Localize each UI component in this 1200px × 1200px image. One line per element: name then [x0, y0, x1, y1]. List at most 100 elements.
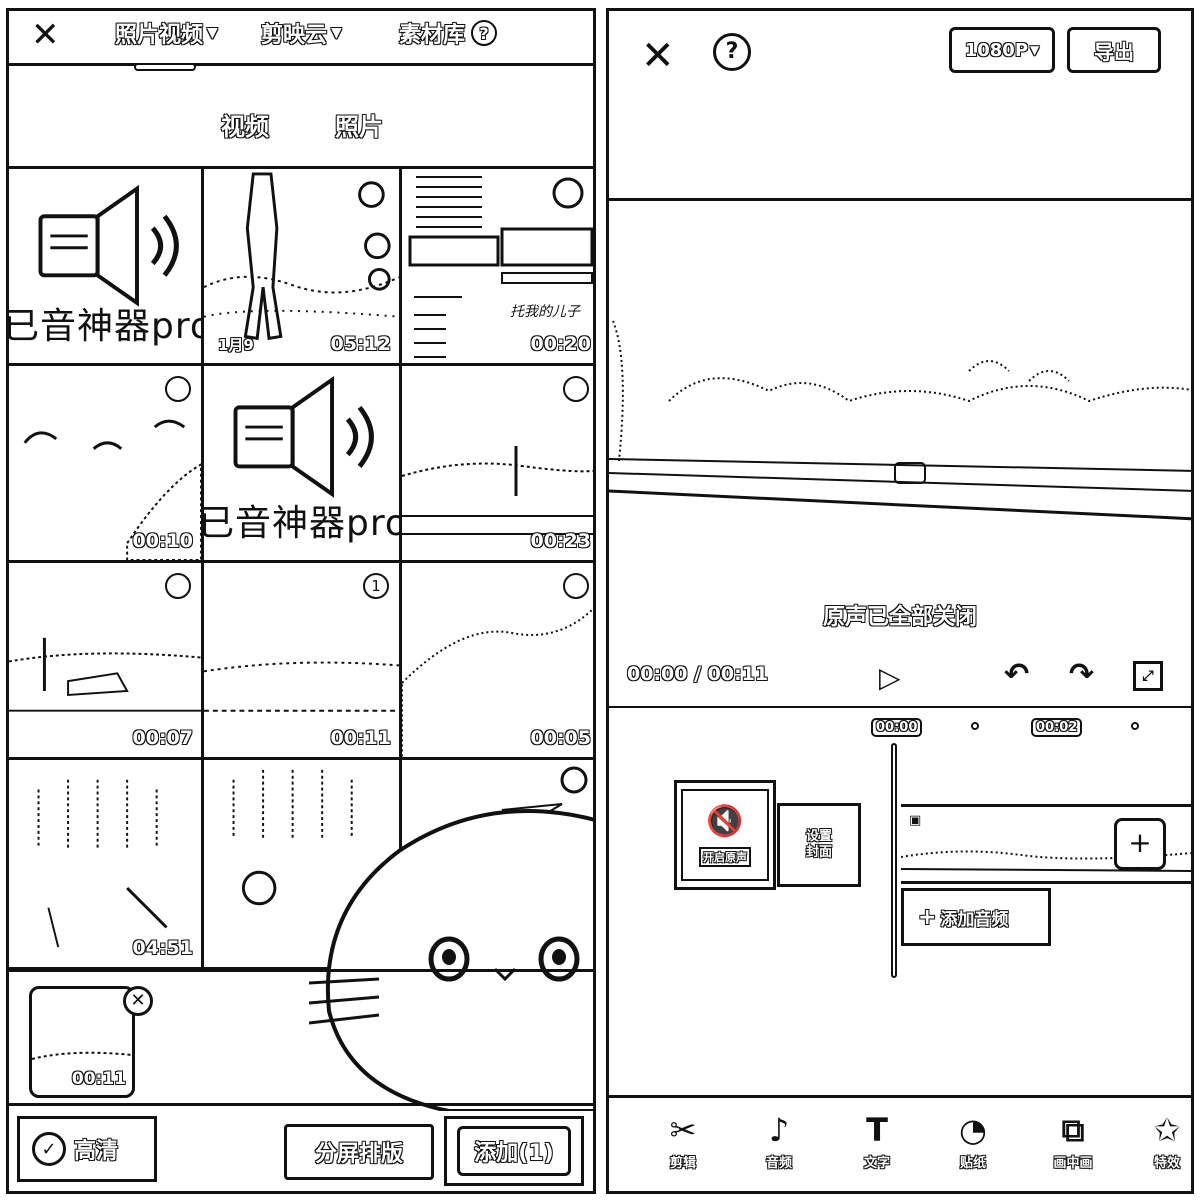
playback-controls: 00:00 / 00:11 ▷ ↶ ↷ ⤢ — [609, 653, 1191, 703]
scissors-icon: ✂ — [669, 1111, 697, 1149]
redo-icon[interactable]: ↷ — [1069, 657, 1094, 692]
add-audio-button[interactable]: + 添加音频 — [901, 888, 1051, 946]
original-sound-toggle[interactable]: 🔇 开启原声 — [674, 780, 776, 890]
plus-icon: + — [917, 904, 937, 930]
material-library-tab[interactable]: 素材库 ? — [398, 17, 498, 49]
timeline-dot — [971, 722, 979, 730]
media-caption: 托我的儿子 — [510, 304, 580, 320]
photos-videos-dropdown[interactable]: 照片视频 ▼ — [114, 17, 218, 49]
video-preview[interactable] — [609, 201, 1191, 551]
tool-label: 特效 — [1153, 1155, 1180, 1171]
timeline-tick: 00:00 — [871, 718, 923, 737]
tool-text[interactable]: T 文字 — [847, 1112, 907, 1172]
tool-label: 贴纸 — [959, 1155, 986, 1171]
selected-tray: 00:11 ✕ — [9, 969, 593, 1117]
media-item[interactable]: 1 00:11 — [204, 563, 402, 760]
select-circle[interactable] — [563, 376, 589, 402]
original-sound-label: 开启原声 — [699, 846, 751, 867]
tool-label: 画中画 — [1053, 1155, 1093, 1171]
add-button[interactable]: 添加(1) — [444, 1116, 584, 1186]
select-circle[interactable] — [165, 573, 191, 599]
media-item[interactable]: 1月9 05:12 — [204, 169, 402, 366]
media-item[interactable]: 00:05 — [402, 563, 593, 760]
picture-in-picture-icon: ⧉ — [1061, 1111, 1085, 1149]
select-circle[interactable] — [165, 376, 191, 402]
add-audio-label: 添加音频 — [940, 909, 1009, 930]
editor-header: ✕ ? 1080P ▼ 导出 — [609, 11, 1191, 201]
muted-speaker-icon: 🔇 — [706, 803, 744, 839]
media-item[interactable]: 00:07 — [9, 563, 204, 760]
editor-toolbar: ✂ 剪辑 ♪ 音频 T 文字 ◔ 贴纸 ⧉ 画中画 ✩ 特效 — [609, 1095, 1191, 1191]
media-duration: 00:10 — [132, 529, 194, 552]
media-item[interactable]: 已音神器pro — [9, 169, 204, 366]
playhead[interactable] — [891, 743, 897, 978]
set-cover-button[interactable]: 设置 封面 — [777, 803, 861, 887]
chevron-down-icon: ▼ — [330, 24, 342, 41]
picker-header: ✕ 照片视频 ▼ 剪映云 ▼ 素材库 ? — [9, 11, 593, 66]
sticker-icon: ◔ — [959, 1111, 987, 1149]
media-item[interactable]: 00:10 — [9, 366, 204, 563]
picker-bottom-bar: ✓ 高清 分屏排版 添加(1) — [9, 1103, 593, 1191]
media-duration: 00:11 — [71, 1068, 126, 1089]
timecode: 00:00 / 00:11 — [626, 662, 769, 685]
help-icon[interactable]: ? — [713, 33, 751, 71]
add-clip-button[interactable]: + — [1114, 818, 1166, 870]
export-button[interactable]: 导出 — [1067, 27, 1161, 73]
selected-thumbnail[interactable]: 00:11 — [29, 986, 135, 1098]
split-screen-button[interactable]: 分屏排版 — [284, 1124, 434, 1180]
media-duration: 00:07 — [132, 726, 194, 749]
media-item[interactable]: 04:51 — [9, 760, 204, 970]
chevron-down-icon: ▼ — [206, 24, 218, 41]
jianying-cloud-label: 剪映云 — [260, 22, 328, 48]
close-icon[interactable]: ✕ — [31, 15, 60, 55]
original-sound-off-toast: 原声已全部关闭 — [822, 604, 977, 630]
close-icon[interactable]: ✕ — [641, 33, 675, 79]
media-picker-panel: ✕ 照片视频 ▼ 剪映云 ▼ 素材库 ? 视频 照片 已音神器pro 1月9 0… — [6, 8, 596, 1194]
select-circle[interactable] — [563, 573, 589, 599]
music-note-icon: ♪ — [768, 1111, 790, 1149]
resolution-label: 1080P — [964, 39, 1029, 61]
timeline-tick: 00:02 — [1031, 718, 1083, 737]
media-item[interactable]: 00:23 — [402, 366, 593, 563]
tool-pip[interactable]: ⧉ 画中画 — [1043, 1111, 1103, 1172]
tool-edit[interactable]: ✂ 剪辑 — [653, 1111, 713, 1172]
media-duration: 00:23 — [530, 529, 592, 552]
tool-audio[interactable]: ♪ 音频 — [749, 1111, 809, 1172]
play-icon[interactable]: ▷ — [879, 661, 901, 694]
tab-photo[interactable]: 照片 — [334, 107, 383, 142]
remove-selected-icon[interactable]: ✕ — [123, 986, 153, 1016]
star-effect-icon: ✩ — [1153, 1111, 1181, 1149]
tool-label: 文字 — [863, 1155, 890, 1171]
resolution-dropdown[interactable]: 1080P ▼ — [949, 27, 1055, 73]
undo-icon[interactable]: ↶ — [1004, 657, 1029, 692]
media-caption: 已音神器pro — [9, 306, 204, 347]
media-type-tabs: 视频 照片 — [9, 69, 593, 169]
timeline[interactable]: 00:00 00:02 🔇 开启原声 设置 封面 ▣ + + 添加音频 — [609, 706, 1191, 1106]
original-sound-inner: 🔇 开启原声 — [681, 789, 769, 881]
media-item[interactable]: 已音神器pro — [204, 366, 402, 563]
add-label: 添加(1) — [457, 1126, 571, 1176]
fullscreen-icon[interactable]: ⤢ — [1133, 661, 1163, 691]
media-duration: 00:05 — [530, 726, 592, 749]
media-date: 1月9 — [217, 335, 254, 354]
hd-toggle[interactable]: ✓ 高清 — [17, 1116, 157, 1182]
check-icon: ✓ — [32, 1132, 66, 1166]
media-duration: 05:12 — [330, 332, 392, 355]
selected-index-badge[interactable]: 1 — [363, 573, 389, 599]
media-duration: 04:51 — [132, 936, 194, 959]
photos-videos-label: 照片视频 — [114, 22, 204, 48]
jianying-cloud-dropdown[interactable]: 剪映云 ▼ — [260, 17, 342, 49]
tool-label: 音频 — [765, 1155, 792, 1171]
media-item[interactable]: 托我的儿子 00:20 — [402, 169, 593, 366]
tool-label: 剪辑 — [669, 1155, 696, 1171]
help-icon[interactable]: ? — [471, 20, 498, 46]
timeline-dot — [1131, 722, 1139, 730]
video-thumbnail — [37, 779, 168, 948]
tab-video[interactable]: 视频 — [220, 107, 269, 142]
tool-effects[interactable]: ✩ 特效 — [1137, 1111, 1191, 1172]
set-cover-label-1: 设置 — [805, 828, 832, 844]
material-library-label: 素材库 — [398, 22, 466, 48]
media-caption: 已音神器pro — [204, 503, 402, 544]
media-duration: 00:20 — [530, 332, 592, 355]
tool-sticker[interactable]: ◔ 贴纸 — [943, 1111, 1003, 1172]
